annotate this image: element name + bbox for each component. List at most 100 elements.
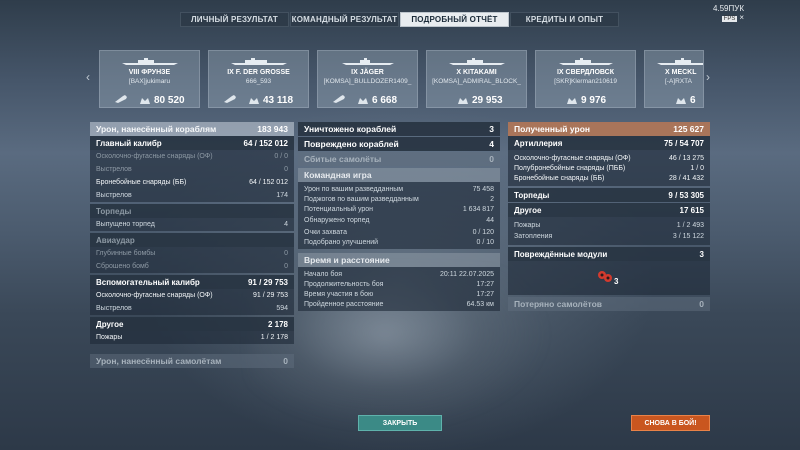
main-battery-header: Главный калибр 64 / 152 012 [90, 136, 294, 150]
stat-row: Полубронебойные снаряды (ПББ) 1 / 0 [508, 163, 710, 173]
other-damage-value: 2 178 [267, 319, 288, 329]
damage-received-value: 125 627 [673, 124, 704, 134]
battle-again-button[interactable]: СНОВА В БОЙ! [631, 415, 710, 431]
ship-silhouette-icon [657, 58, 703, 65]
stat-row: Пожары 1 / 2 493 [508, 220, 710, 231]
stat-value: 91 / 29 753 [252, 292, 288, 299]
damaged-modules-area: 3 [508, 261, 710, 295]
damaged-module-icon [598, 271, 612, 282]
planes-shot-down-row: Сбитые самолёты 0 [298, 152, 500, 166]
ship-card[interactable]: X MECKL [-A]RXTA 6 8 [644, 50, 704, 108]
stat-value: 46 / 13 275 [668, 154, 704, 162]
xp-icon [676, 98, 686, 104]
stat-value: 64.53 км [466, 300, 494, 308]
ship-name: X MECKL [665, 69, 697, 76]
player-name: [KOMSA]_BULLDOZER1409_ [323, 78, 412, 85]
carousel-right-arrow-icon[interactable]: › [706, 70, 710, 84]
stat-value: 594 [276, 305, 288, 312]
stat-value: 44 [486, 217, 494, 224]
time-distance-label: Время и расстояние [304, 255, 390, 265]
received-torpedoes-value: 9 / 53 305 [668, 190, 704, 200]
received-torpedoes-header: Торпеды 9 / 53 305 [508, 188, 710, 202]
stat-label: Выстрелов [96, 166, 132, 173]
team-play-label: Командная игра [304, 170, 372, 180]
top-right-status: 4.59ПУК FPS × [713, 4, 744, 22]
ship-xp: 43 118 [263, 95, 294, 106]
airstrike-label: Авиаудар [96, 235, 135, 245]
stat-value: 28 / 41 432 [668, 174, 704, 182]
stat-row: Выпущено торпед 4 [90, 218, 294, 231]
stat-row: Выстрелов 0 [90, 163, 294, 176]
stat-label: Сброшено бомб [96, 263, 149, 270]
xp-icon [358, 98, 368, 104]
tab-team-result[interactable]: КОМАНДНЫЙ РЕЗУЛЬТАТ [290, 12, 399, 27]
stat-row: Бронебойные снаряды (ББ) 64 / 152 012 [90, 176, 294, 189]
stat-value: 17:27 [476, 280, 494, 288]
ship-silhouette-icon [231, 58, 287, 65]
stat-value: 0 [284, 166, 288, 173]
ship-card[interactable]: IX F. DER GROSSE 666_593 43 118 [208, 50, 309, 108]
planes-lost-label: Потеряно самолётов [514, 299, 603, 309]
ship-card[interactable]: X KITAKAMI [KOMSA]_ADMIRAL_BLOCK_ 29 953 [426, 50, 527, 108]
repair-wrench-icon [115, 95, 127, 103]
damaged-modules-label: Повреждённые модули [514, 249, 608, 259]
player-name: 666_593 [245, 78, 272, 85]
ship-xp: 9 976 [581, 95, 607, 106]
stat-row: Бронебойные снаряды (ББ) 28 / 41 432 [508, 173, 710, 183]
close-icon[interactable]: × [739, 13, 744, 22]
player-name: [-A]RXTA [665, 78, 692, 85]
stat-value: 0 / 0 [274, 153, 288, 160]
stat-label: Выстрелов [96, 305, 132, 312]
stat-row: Пожары 1 / 2 178 [90, 331, 294, 344]
ship-xp: 80 520 [154, 95, 185, 106]
ship-name: VIII ФРУНЗЕ [128, 69, 171, 76]
stat-label: Выстрелов [96, 192, 132, 199]
stat-label: Урон по вашим разведданным [304, 185, 404, 193]
stat-label: Осколочно-фугасные снаряды (ОФ) [514, 154, 631, 162]
stat-label: Начало боя [304, 270, 343, 278]
ship-card[interactable]: VIII ФРУНЗЕ [BAX]jukimaru 80 520 [99, 50, 200, 108]
other-damage-header: Другое 2 178 [90, 317, 294, 331]
close-button[interactable]: ЗАКРЫТЬ [358, 415, 442, 431]
stat-label: Пожары [514, 222, 541, 229]
ship-card[interactable]: IX JÄGER [KOMSA]_BULLDOZER1409_ 6 668 [317, 50, 418, 108]
torpedoes-label: Торпеды [96, 206, 132, 216]
xp-icon [249, 98, 259, 104]
artillery-value: 75 / 54 707 [663, 138, 704, 148]
stat-row: Потенциальный урон 1 634 817 [298, 204, 500, 214]
damage-received-label: Полученный урон [514, 124, 591, 134]
ship-silhouette-icon [449, 58, 505, 65]
ship-silhouette-icon [559, 58, 613, 65]
stat-label: Пожары [96, 334, 123, 341]
stat-value: 0 / 10 [476, 238, 494, 246]
stat-row: Глубинные бомбы 0 [90, 247, 294, 260]
carousel-left-arrow-icon[interactable]: ‹ [86, 70, 90, 84]
secondary-battery-value: 91 / 29 753 [247, 277, 288, 287]
team-play-header: Командная игра [298, 168, 500, 182]
tab-credits-xp[interactable]: КРЕДИТЫ И ОПЫТ [510, 12, 619, 27]
received-other-label: Другое [514, 205, 542, 215]
tab-personal-result[interactable]: ЛИЧНЫЙ РЕЗУЛЬТАТ [180, 12, 289, 27]
artillery-header: Артиллерия 75 / 54 707 [508, 136, 710, 150]
tab-detailed-report[interactable]: ПОДРОБНЫЙ ОТЧЁТ [400, 12, 509, 27]
stat-value: 0 / 120 [472, 228, 494, 236]
torpedoes-header: Торпеды [90, 204, 294, 218]
stat-value: 17:27 [476, 290, 494, 298]
plane-damage-value: 0 [283, 356, 288, 366]
stat-label: Поджогов по вашим разведданным [304, 195, 419, 203]
ship-xp: 29 953 [472, 95, 503, 106]
ship-card[interactable]: IX СВЕРДЛОВСК [SKR]Klerman210619 9 976 [535, 50, 636, 108]
stat-row: Поджогов по вашим разведданным 2 [298, 194, 500, 204]
stat-value: 2 [490, 195, 494, 203]
stat-row: Осколочно-фугасные снаряды (ОФ) 91 / 29 7… [90, 289, 294, 302]
stat-value: 0 [284, 263, 288, 270]
damaged-module-count: 3 [614, 277, 619, 286]
stat-label: Бронебойные снаряды (ББ) [514, 174, 605, 182]
other-damage-label: Другое [96, 319, 124, 329]
stat-row: Осколочно-фугасные снаряды (ОФ) 46 / 13 2… [508, 153, 710, 163]
stat-value: 64 / 152 012 [249, 179, 288, 186]
stat-label: Осколочно-фугасные снаряды (ОФ) [96, 292, 213, 299]
damaged-modules-value: 3 [699, 249, 704, 259]
damage-received-panel: Полученный урон 125 627 Артиллерия 75 / … [508, 122, 710, 311]
stat-row: Осколочно-фугасные снаряды (ОФ) 0 / 0 [90, 150, 294, 163]
